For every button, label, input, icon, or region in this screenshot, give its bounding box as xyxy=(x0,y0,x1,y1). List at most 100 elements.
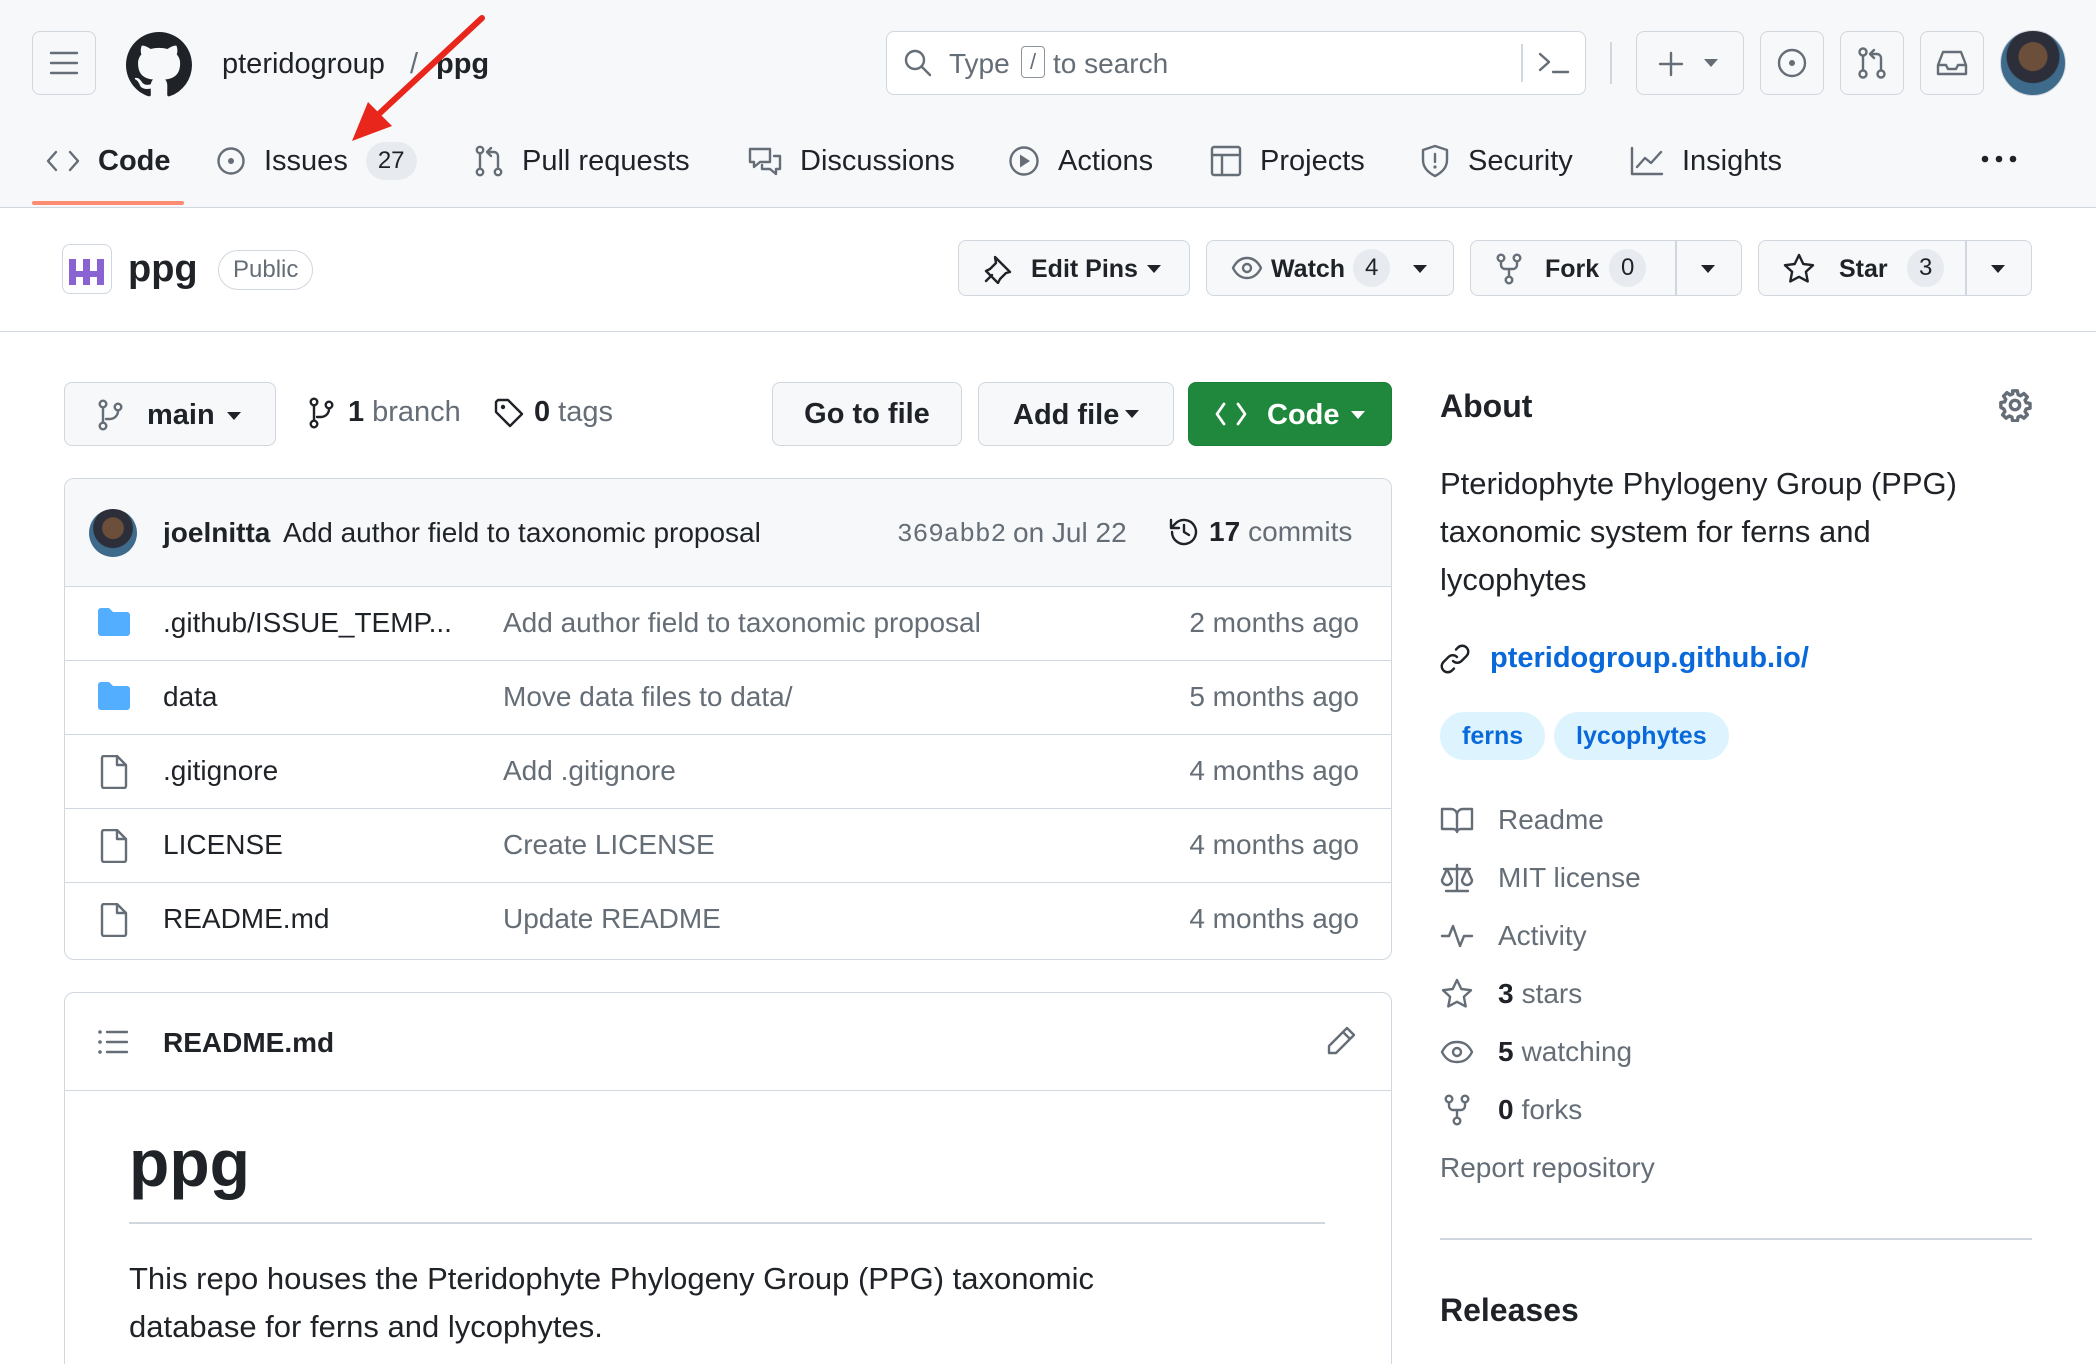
tab-insights[interactable]: Insights xyxy=(1630,138,1782,184)
file-name[interactable]: LICENSE xyxy=(163,829,283,861)
commit-author[interactable]: joelnitta xyxy=(163,517,270,549)
watch-button[interactable]: Watch 4 xyxy=(1206,240,1454,296)
code-icon xyxy=(46,150,80,172)
issue-opened-icon xyxy=(217,147,245,175)
book-icon xyxy=(1440,807,1474,834)
tags-link[interactable]: 0 tags xyxy=(494,396,613,429)
table-icon xyxy=(1210,145,1242,177)
go-to-file-button[interactable]: Go to file xyxy=(772,382,962,446)
file-commit-message[interactable]: Create LICENSE xyxy=(503,829,715,861)
file-name[interactable]: README.md xyxy=(163,903,329,935)
topic-tag[interactable]: ferns xyxy=(1440,712,1546,760)
sidebar-divider xyxy=(1440,1238,2032,1240)
file-row[interactable]: data Move data files to data/ 5 months a… xyxy=(65,661,1391,735)
watchers-link[interactable]: 5 watching xyxy=(1440,1036,1632,1068)
commits-history-link[interactable]: 17 commits xyxy=(1167,515,1352,549)
tab-projects[interactable]: Projects xyxy=(1210,138,1365,184)
commit-author-avatar[interactable] xyxy=(89,509,137,557)
fork-button[interactable]: Fork 0 xyxy=(1470,240,1742,296)
search-input[interactable]: Type / to search xyxy=(886,31,1586,95)
pull-requests-shortcut-button[interactable] xyxy=(1840,31,1904,95)
readme-filename[interactable]: README.md xyxy=(163,1027,334,1059)
forks-link[interactable]: 0 forks xyxy=(1440,1094,1582,1126)
file-name[interactable]: .gitignore xyxy=(163,755,278,787)
repo-title[interactable]: ppg xyxy=(128,248,198,291)
commit-message[interactable]: Add author field to taxonomic proposal xyxy=(283,517,761,549)
about-title: About xyxy=(1440,388,1533,424)
issues-shortcut-button[interactable] xyxy=(1760,31,1824,95)
branch-select-button[interactable]: main xyxy=(64,382,276,446)
file-commit-message[interactable]: Update README xyxy=(503,903,721,935)
file-row[interactable]: README.md Update README 4 months ago xyxy=(65,883,1391,957)
star-button[interactable]: Star 3 xyxy=(1758,240,2032,296)
header-divider xyxy=(1610,42,1612,84)
file-age: 5 months ago xyxy=(1189,681,1359,712)
file-icon xyxy=(100,755,128,789)
add-file-button[interactable]: Add file xyxy=(978,382,1174,446)
file-name[interactable]: data xyxy=(163,681,218,713)
stars-link[interactable]: 3 stars xyxy=(1440,978,1582,1010)
readme-text: database for ferns and lycophytes. xyxy=(129,1309,603,1344)
plus-icon xyxy=(1658,51,1684,77)
topic-tag[interactable]: lycophytes xyxy=(1554,712,1729,760)
file-age: 2 months ago xyxy=(1189,607,1359,638)
git-pull-request-icon xyxy=(1858,47,1886,79)
file-age: 4 months ago xyxy=(1189,755,1359,786)
more-options-icon[interactable] xyxy=(1980,152,2018,166)
history-icon xyxy=(1169,518,1198,546)
code-dropdown-button[interactable]: Code xyxy=(1188,382,1392,446)
eye-icon xyxy=(1231,256,1263,280)
list-unordered-icon[interactable] xyxy=(97,1029,129,1055)
file-icon xyxy=(100,829,128,863)
tab-pull-requests[interactable]: Pull requests xyxy=(474,138,690,184)
tab-security[interactable]: Security xyxy=(1420,138,1573,184)
file-row[interactable]: LICENSE Create LICENSE 4 months ago xyxy=(65,809,1391,883)
homepage-link[interactable]: pteridogroup.github.io/ xyxy=(1440,642,1809,675)
create-new-button[interactable] xyxy=(1636,31,1744,95)
watch-count-badge: 4 xyxy=(1353,249,1391,287)
annotation-arrow-icon xyxy=(352,15,485,141)
command-palette-icon[interactable] xyxy=(1537,48,1571,78)
file-row[interactable]: .github/ISSUE_TEMP... Add author field t… xyxy=(65,587,1391,661)
graph-icon xyxy=(1630,146,1664,176)
releases-title[interactable]: Releases xyxy=(1440,1292,1579,1329)
readme-heading: ppg xyxy=(129,1126,250,1200)
branches-link[interactable]: 1 branch xyxy=(308,396,461,429)
visibility-badge: Public xyxy=(218,250,314,290)
activity-link[interactable]: Activity xyxy=(1440,920,1587,952)
file-commit-message[interactable]: Add author field to taxonomic proposal xyxy=(503,607,981,639)
file-age: 4 months ago xyxy=(1189,903,1359,934)
readme-link[interactable]: Readme xyxy=(1440,804,1604,836)
file-name[interactable]: .github/ISSUE_TEMP... xyxy=(163,607,452,639)
chevron-down-icon[interactable] xyxy=(1701,265,1715,274)
chevron-down-icon[interactable] xyxy=(1991,265,2005,274)
file-commit-message[interactable]: Add .gitignore xyxy=(503,755,676,787)
report-repository-link[interactable]: Report repository xyxy=(1440,1152,1655,1184)
menu-button[interactable] xyxy=(32,31,96,95)
readme-header: README.md xyxy=(65,993,1391,1091)
hamburger-icon xyxy=(49,51,79,75)
readme-text: This repo houses the Pteridophyte Phylog… xyxy=(129,1261,1094,1296)
folder-icon xyxy=(98,608,130,636)
tab-discussions[interactable]: Discussions xyxy=(748,138,955,184)
edit-pins-button[interactable]: Edit Pins xyxy=(958,240,1190,296)
issue-opened-icon xyxy=(1777,48,1807,78)
tab-code[interactable]: Code xyxy=(46,138,171,184)
license-link[interactable]: MIT license xyxy=(1440,862,1641,894)
readme-heading-rule xyxy=(129,1222,1325,1224)
tab-actions[interactable]: Actions xyxy=(1008,138,1153,184)
user-avatar[interactable] xyxy=(2000,30,2066,96)
github-logo-icon[interactable] xyxy=(126,32,192,98)
inbox-button[interactable] xyxy=(1920,31,1984,95)
repo-forked-icon xyxy=(1444,1094,1470,1126)
file-commit-message[interactable]: Move data files to data/ xyxy=(503,681,793,713)
code-icon xyxy=(1215,402,1247,426)
commit-sha[interactable]: 369abb2 xyxy=(897,519,1006,549)
active-tab-underline xyxy=(32,201,184,205)
file-row[interactable]: .gitignore Add .gitignore 4 months ago xyxy=(65,735,1391,809)
repo-header: ppg Public Edit Pins Watch 4 Fork 0 Star… xyxy=(0,208,2096,332)
gear-icon[interactable] xyxy=(1998,388,2032,422)
pencil-icon[interactable] xyxy=(1325,1025,1357,1057)
chevron-down-icon xyxy=(1704,59,1718,67)
repo-forked-icon xyxy=(1496,253,1522,285)
